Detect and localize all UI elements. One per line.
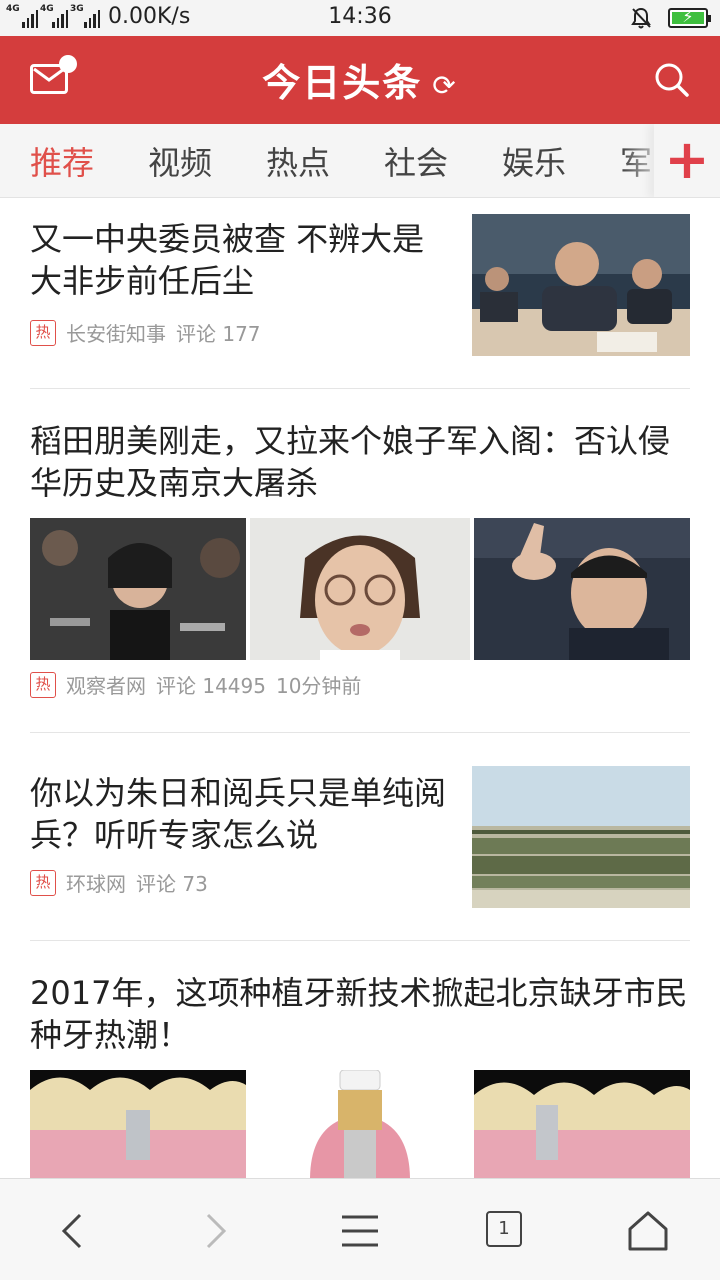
tab-recommend[interactable]: 推荐: [30, 138, 94, 184]
news-source: 观察者网: [66, 674, 146, 698]
hot-badge: 热: [30, 671, 56, 698]
home-icon[interactable]: [624, 1207, 672, 1255]
hot-badge: 热: [30, 869, 56, 896]
news-title: 稻田朋美刚走，又拉来个娘子军入阁：否认侵华历史及南京大屠杀: [30, 422, 671, 502]
news-item[interactable]: 稻田朋美刚走，又拉来个娘子军入阁：否认侵华历史及南京大屠杀 热 观察者网 评论 …: [30, 420, 690, 700]
news-thumbnail: [250, 1070, 470, 1178]
divider: [30, 732, 690, 733]
news-thumbnail: [250, 518, 470, 660]
news-item[interactable]: 2017年，这项种植牙新技术掀起北京缺牙市民种牙热潮！: [30, 972, 690, 1178]
divider: [30, 388, 690, 389]
refresh-icon[interactable]: ⟳: [432, 69, 457, 102]
news-thumbnail: [472, 214, 690, 356]
clock: 14:36: [328, 4, 392, 29]
news-title: 又一中央委员被查 不辨大是大非步前任后尘: [30, 220, 425, 300]
comment-count: 评论 177: [176, 322, 261, 346]
news-thumbnail: [30, 1070, 246, 1178]
app-header: 今日头条 ⟳: [0, 36, 720, 124]
add-channel-button[interactable]: +: [654, 124, 720, 197]
browser-bottom-bar: 1: [0, 1178, 720, 1280]
status-bar: 4G 4G 3G 0.00K/s 14:36 ⚡: [0, 0, 720, 36]
battery-icon: ⚡: [668, 7, 711, 28]
news-time: 10分钟前: [275, 674, 362, 698]
news-thumbnail: [474, 518, 690, 660]
divider: [30, 940, 690, 941]
news-thumbnail: [472, 766, 690, 908]
news-title: 2017年，这项种植牙新技术掀起北京缺牙市民种牙热潮！: [30, 974, 688, 1054]
comment-count: 评论 14495: [156, 674, 266, 698]
news-source: 长安街知事: [66, 322, 166, 346]
forward-icon[interactable]: [192, 1207, 240, 1255]
news-title: 你以为朱日和阅兵只是单纯阅兵？听听专家怎么说: [30, 774, 447, 854]
news-item[interactable]: 你以为朱日和阅兵只是单纯阅兵？听听专家怎么说 热 环球网 评论 73: [30, 766, 690, 922]
tab-society[interactable]: 社会: [384, 138, 448, 184]
tabs-button[interactable]: 1: [480, 1207, 528, 1255]
channel-tabs: 推荐 视频 热点 社会 娱乐 军 +: [0, 124, 720, 198]
hot-badge: 热: [30, 319, 56, 346]
news-source: 环球网: [66, 872, 126, 896]
back-icon[interactable]: [48, 1207, 96, 1255]
news-thumbnail: [30, 518, 246, 660]
menu-icon[interactable]: [336, 1207, 384, 1255]
news-feed: 又一中央委员被查 不辨大是大非步前任后尘 热 长安街知事 评论 177 稻田朋美…: [0, 198, 720, 1178]
news-thumbnail: [474, 1070, 690, 1178]
app-logo: 今日头条 ⟳: [262, 61, 458, 105]
tab-entertainment[interactable]: 娱乐: [502, 138, 566, 184]
search-icon[interactable]: [654, 62, 690, 98]
tab-hot[interactable]: 热点: [266, 138, 330, 184]
mute-bell-icon: [631, 7, 651, 29]
tab-count: 1: [486, 1211, 522, 1247]
tab-video[interactable]: 视频: [148, 138, 212, 184]
news-item[interactable]: 又一中央委员被查 不辨大是大非步前任后尘 热 长安街知事 评论 177: [30, 214, 690, 378]
comment-count: 评论 73: [136, 872, 208, 896]
